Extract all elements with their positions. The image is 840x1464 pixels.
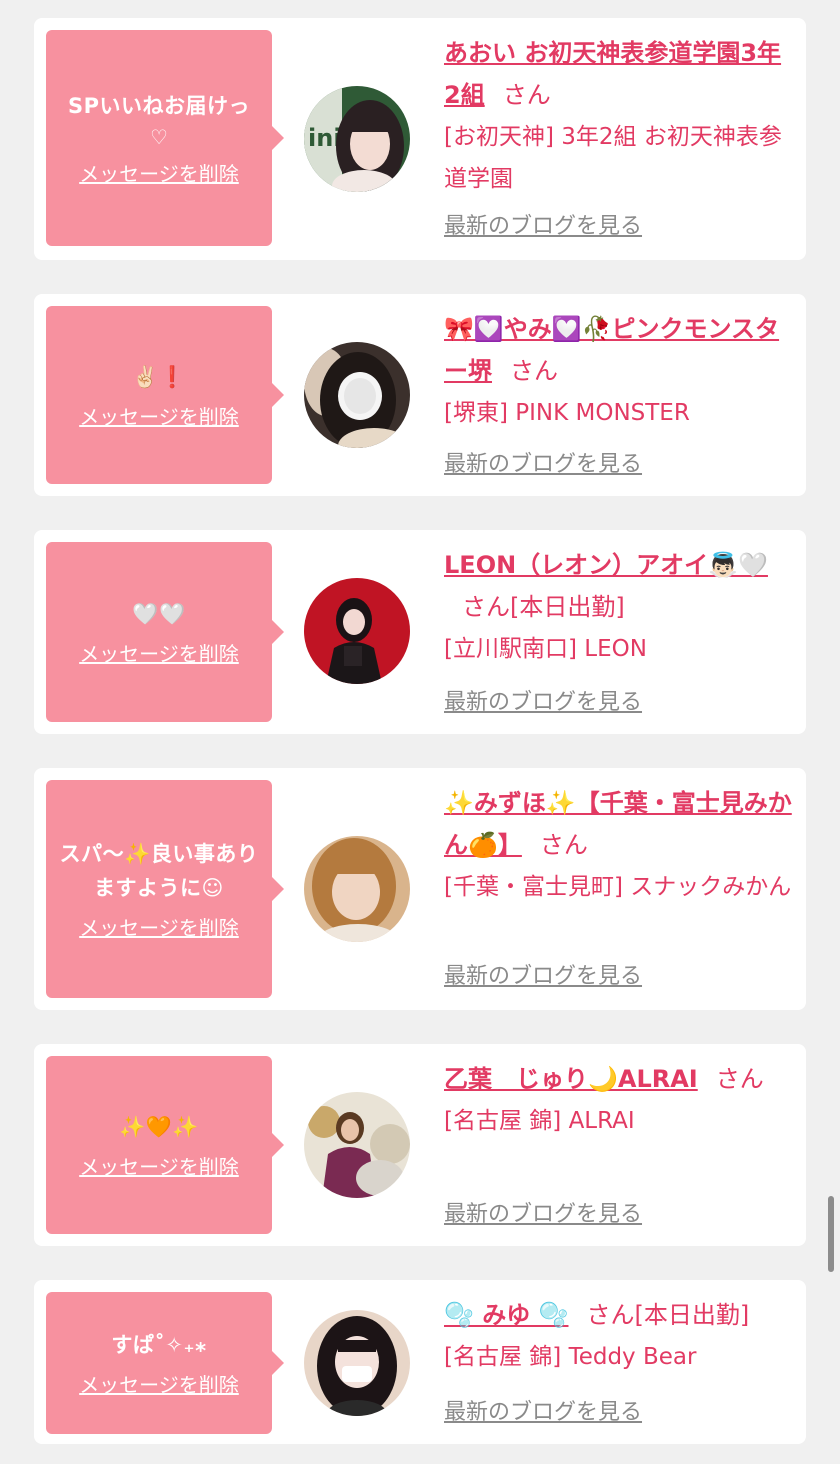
name-line: LEON（レオン）アオイ👼🏻🤍 さん[本日出勤]: [444, 544, 794, 628]
latest-blog-link[interactable]: 最新のブログを見る: [444, 688, 642, 718]
shop-name: [千葉・富士見町] スナックみかん: [444, 874, 792, 900]
name-line: 乙葉 じゅり🌙ALRAI さん: [444, 1058, 794, 1100]
favorite-card: スパ〜✨良い事ありますように☺︎ メッセージを削除 ✨みずほ✨【千葉・富士見みか…: [34, 768, 806, 1010]
name-line: 🫧 みゆ 🫧 さん[本日出勤]: [444, 1294, 794, 1336]
shop-name: [名古屋 錦] ALRAI: [444, 1108, 635, 1134]
status-text: [本日出勤]: [510, 593, 625, 621]
message-bubble: スパ〜✨良い事ありますように☺︎ メッセージを削除: [46, 780, 284, 998]
profile-info: 🫧 みゆ 🫧 さん[本日出勤] [名古屋 錦] Teddy Bear: [444, 1294, 794, 1378]
profile-name-link[interactable]: 🫧 みゆ 🫧: [444, 1301, 568, 1329]
avatar[interactable]: [304, 342, 410, 448]
honorific: さん: [462, 593, 510, 621]
message-text: すぱ˚✧₊⁎: [111, 1333, 207, 1357]
message-bubble: ✨🧡✨ メッセージを削除: [46, 1056, 284, 1234]
favorite-card: ✌🏻❗️ メッセージを削除 🎀💟やみ💟🥀ピンクモンスター堺 さん [堺東] PIN…: [34, 294, 806, 496]
profile-name-link[interactable]: 乙葉 じゅり🌙ALRAI: [444, 1065, 698, 1093]
latest-blog-link[interactable]: 最新のブログを見る: [444, 1398, 642, 1428]
message-heart: ♡: [150, 125, 168, 149]
honorific: さん: [510, 357, 558, 385]
message-text: ✨🧡✨: [119, 1115, 199, 1139]
avatar[interactable]: [304, 1092, 410, 1198]
status-text: [本日出勤]: [634, 1301, 750, 1329]
shop-name: [名古屋 錦] Teddy Bear: [444, 1344, 697, 1370]
profile-name-link[interactable]: ✨みずほ✨【千葉・富士見みかん🍊】: [444, 789, 792, 859]
avatar[interactable]: [304, 578, 410, 684]
delete-message-link[interactable]: メッセージを削除: [79, 404, 239, 430]
profile-info: LEON（レオン）アオイ👼🏻🤍 さん[本日出勤] [立川駅南口] LEON: [444, 544, 794, 670]
profile-info: 乙葉 じゅり🌙ALRAI さん [名古屋 錦] ALRAI: [444, 1058, 794, 1142]
profile-name-link[interactable]: LEON（レオン）アオイ👼🏻🤍: [444, 551, 768, 579]
delete-message-link[interactable]: メッセージを削除: [79, 1372, 239, 1398]
favorites-list: SPいいねお届けっ ♡ メッセージを削除 inis あおい お初天神表参道学園3…: [0, 0, 840, 1464]
latest-blog-link[interactable]: 最新のブログを見る: [444, 212, 642, 242]
message-text: SPいいねお届けっ: [67, 94, 250, 118]
name-line: あおい お初天神表参道学園3年2組 さん: [444, 32, 794, 116]
message-bubble: すぱ˚✧₊⁎ メッセージを削除: [46, 1292, 284, 1434]
delete-message-link[interactable]: メッセージを削除: [79, 161, 239, 187]
delete-message-link[interactable]: メッセージを削除: [79, 1154, 239, 1180]
honorific: さん: [502, 81, 551, 109]
delete-message-link[interactable]: メッセージを削除: [79, 915, 239, 941]
delete-message-link[interactable]: メッセージを削除: [79, 641, 239, 667]
message-text: スパ〜✨良い事ありますように☺︎: [59, 842, 259, 900]
profile-info: 🎀💟やみ💟🥀ピンクモンスター堺 さん [堺東] PINK MONSTER: [444, 308, 794, 434]
favorite-card: 🤍🤍 メッセージを削除 LEON（レオン）アオイ👼🏻🤍 さん[本日出勤] [立川駅…: [34, 530, 806, 734]
profile-info: ✨みずほ✨【千葉・富士見みかん🍊】 さん [千葉・富士見町] スナックみかん: [444, 782, 794, 908]
name-line: 🎀💟やみ💟🥀ピンクモンスター堺 さん: [444, 308, 794, 392]
favorite-card: SPいいねお届けっ ♡ メッセージを削除 inis あおい お初天神表参道学園3…: [34, 18, 806, 260]
message-bubble: 🤍🤍 メッセージを削除: [46, 542, 284, 722]
favorite-card: すぱ˚✧₊⁎ メッセージを削除 🫧 みゆ 🫧 さん[本日出勤] [名古屋 錦] T…: [34, 1280, 806, 1444]
message-text: ✌🏻❗️: [132, 365, 186, 389]
avatar[interactable]: [304, 836, 410, 942]
message-bubble: ✌🏻❗️ メッセージを削除: [46, 306, 284, 484]
profile-name-link[interactable]: あおい お初天神表参道学園3年2組: [444, 39, 781, 109]
honorific: さん: [539, 831, 588, 859]
shop-name: [立川駅南口] LEON: [444, 636, 647, 662]
name-line: ✨みずほ✨【千葉・富士見みかん🍊】 さん: [444, 782, 794, 866]
scrollbar[interactable]: [828, 1196, 834, 1272]
profile-name-link[interactable]: 🎀💟やみ💟🥀ピンクモンスター堺: [444, 315, 779, 385]
latest-blog-link[interactable]: 最新のブログを見る: [444, 962, 642, 992]
avatar[interactable]: [304, 1310, 410, 1416]
latest-blog-link[interactable]: 最新のブログを見る: [444, 1200, 642, 1230]
favorite-card: ✨🧡✨ メッセージを削除 乙葉 じゅり🌙ALRAI さん [名古屋 錦] ALRA…: [34, 1044, 806, 1246]
shop-name: [お初天神] 3年2組 お初天神表参道学園: [444, 124, 782, 192]
honorific: さん: [715, 1065, 764, 1093]
shop-name: [堺東] PINK MONSTER: [444, 400, 690, 426]
message-bubble: SPいいねお届けっ ♡ メッセージを削除: [46, 30, 284, 246]
profile-info: あおい お初天神表参道学園3年2組 さん [お初天神] 3年2組 お初天神表参道学…: [444, 32, 794, 200]
message-text: 🤍🤍: [132, 602, 186, 626]
avatar[interactable]: inis: [304, 86, 410, 192]
latest-blog-link[interactable]: 最新のブログを見る: [444, 450, 642, 480]
honorific: さん: [586, 1301, 635, 1329]
